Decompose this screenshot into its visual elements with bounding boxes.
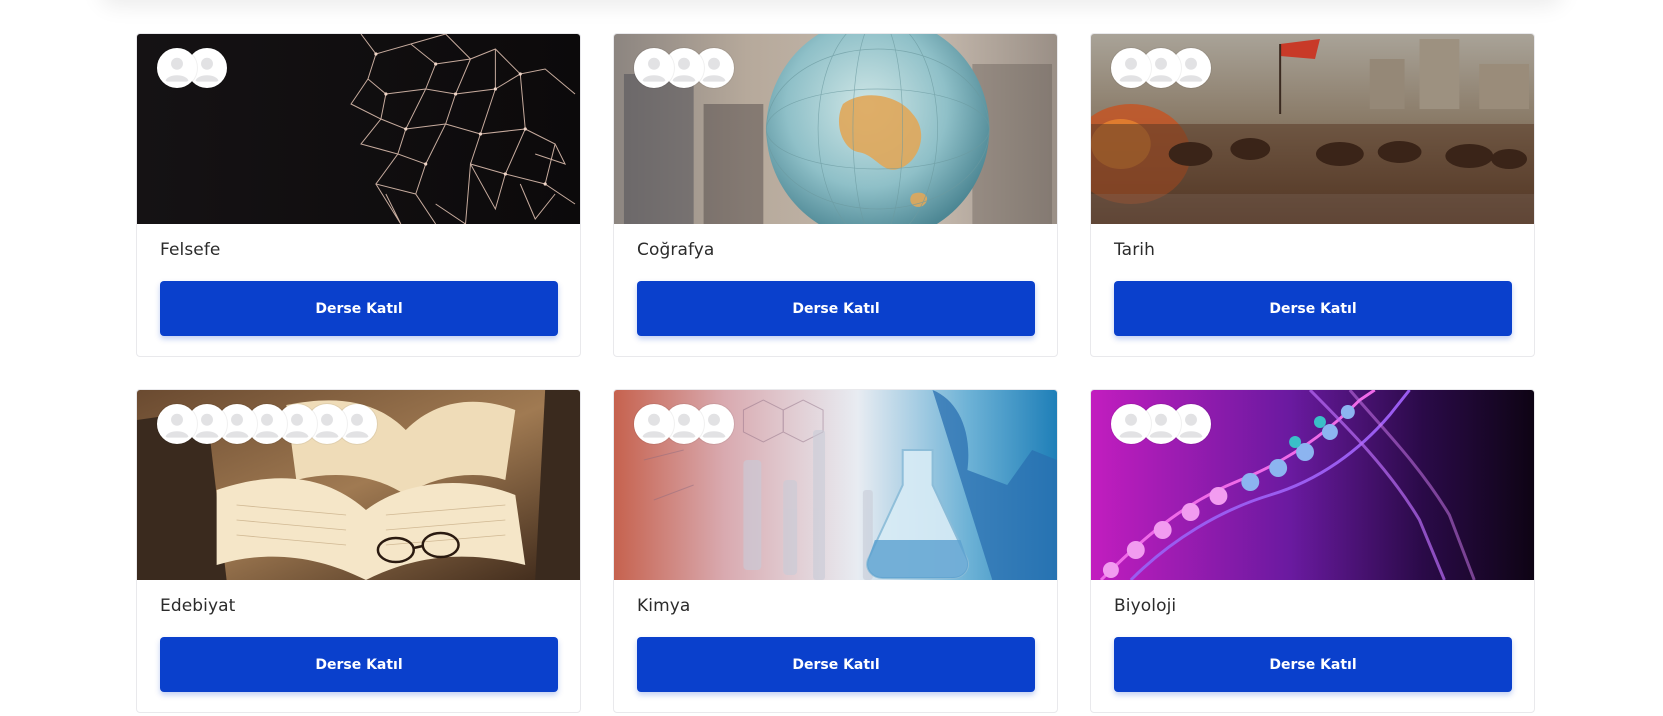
course-title: Kimya (637, 596, 691, 616)
course-title: Coğrafya (637, 240, 715, 260)
course-card-edebiyat: Edebiyat Derse Katıl (136, 389, 581, 713)
participant-avatar (1111, 404, 1151, 444)
course-title: Edebiyat (160, 596, 236, 616)
participant-avatars (157, 48, 227, 88)
open-books-image (137, 390, 580, 580)
join-course-button[interactable]: Derse Katıl (160, 281, 558, 336)
course-card-biyoloji: Biyoloji Derse Katıl (1090, 389, 1535, 713)
participant-avatars (1111, 404, 1211, 444)
join-course-button[interactable]: Derse Katıl (160, 637, 558, 692)
course-card-tarih: Tarih Derse Katıl (1090, 33, 1535, 357)
join-course-button[interactable]: Derse Katıl (1114, 281, 1512, 336)
participant-avatars (634, 48, 734, 88)
course-card-felsefe: Felsefe Derse Katıl (136, 33, 581, 357)
participant-avatar (157, 48, 197, 88)
course-title: Tarih (1114, 240, 1155, 260)
network-map-image (137, 34, 580, 224)
participant-avatars (634, 404, 734, 444)
battle-painting-image (1091, 34, 1534, 224)
join-course-button[interactable]: Derse Katıl (1114, 637, 1512, 692)
course-title: Felsefe (160, 240, 221, 260)
join-course-button[interactable]: Derse Katıl (637, 637, 1035, 692)
globe-image (614, 34, 1057, 224)
dna-helix-image (1091, 390, 1534, 580)
participant-avatars (1111, 48, 1211, 88)
course-grid: Felsefe Derse Katıl Coğrafya Derse Katıl… (136, 33, 1535, 713)
join-course-button[interactable]: Derse Katıl (637, 281, 1035, 336)
participant-avatars (157, 404, 377, 444)
course-card-cografya: Coğrafya Derse Katıl (613, 33, 1058, 357)
participant-avatar (1111, 48, 1151, 88)
course-title: Biyoloji (1114, 596, 1177, 616)
participant-avatar (157, 404, 197, 444)
participant-avatar (634, 404, 674, 444)
course-card-kimya: Kimya Derse Katıl (613, 389, 1058, 713)
participant-avatar (634, 48, 674, 88)
lab-flask-image (614, 390, 1057, 580)
